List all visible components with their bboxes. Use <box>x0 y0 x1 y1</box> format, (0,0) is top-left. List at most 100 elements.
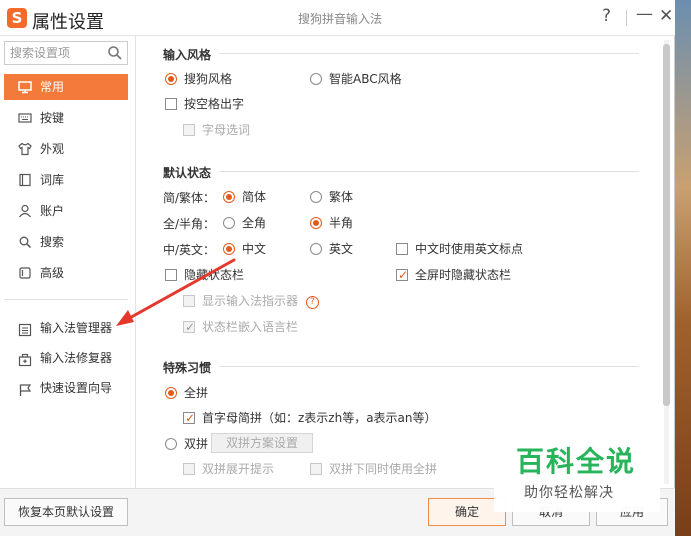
list-icon <box>18 323 32 337</box>
option-label: 中文 <box>242 242 267 256</box>
search-icon[interactable] <box>107 45 123 61</box>
checkbox[interactable] <box>310 463 322 475</box>
tool-ime-repair[interactable]: 输入法修复器 <box>4 347 134 369</box>
help-button[interactable]: ? <box>602 6 611 26</box>
watermark-subtitle: 助你轻松解决 <box>524 485 614 501</box>
checkbox[interactable] <box>396 266 408 284</box>
help-circle-icon[interactable]: ? <box>305 296 319 309</box>
settings-search-input[interactable] <box>5 42 105 64</box>
option-label: 智能ABC风格 <box>329 72 402 86</box>
checkbox[interactable] <box>396 243 408 255</box>
option-label: 全角 <box>242 216 267 230</box>
sidebar-item-account[interactable]: 账户 <box>4 198 128 224</box>
checkbox[interactable] <box>165 98 177 110</box>
book-icon <box>19 173 31 187</box>
section-divider <box>219 53 639 54</box>
radio-circle[interactable] <box>223 217 235 229</box>
option-label: 状态栏嵌入语言栏 <box>202 320 299 334</box>
section-divider <box>219 366 639 367</box>
radio-traditional[interactable]: 繁体 <box>310 188 353 206</box>
section-divider <box>219 171 639 172</box>
checkbox[interactable] <box>183 318 195 336</box>
radio-abc-style[interactable]: 智能ABC风格 <box>310 70 402 88</box>
sidebar-item-advanced[interactable]: 高级 <box>4 260 128 286</box>
option-label: 双拼展开提示 <box>202 462 275 476</box>
radio-full-width[interactable]: 全角 <box>223 214 266 232</box>
check-double-with-full[interactable]: 双拼下同时使用全拼 <box>310 460 437 478</box>
window-title: 属性设置 <box>32 12 104 33</box>
monitor-icon <box>18 81 32 94</box>
checkbox[interactable] <box>183 463 195 475</box>
settings-search-box[interactable] <box>4 41 128 65</box>
tool-label: 输入法管理器 <box>40 321 113 335</box>
sidebar-item-label: 外观 <box>40 142 65 156</box>
radio-english[interactable]: 英文 <box>310 240 353 258</box>
radio-circle[interactable] <box>165 73 177 85</box>
option-label: 字母选词 <box>202 123 251 137</box>
user-icon <box>19 204 31 218</box>
checkbox[interactable] <box>165 269 177 281</box>
sidebar-item-label: 按键 <box>40 111 65 125</box>
radio-circle[interactable] <box>310 217 322 229</box>
watermark-title: 百科全说 <box>516 445 637 478</box>
checkbox[interactable] <box>183 295 195 307</box>
flag-icon <box>19 384 32 396</box>
radio-circle[interactable] <box>310 191 322 203</box>
checkbox[interactable] <box>183 409 195 427</box>
content-scrollbar[interactable] <box>662 40 671 484</box>
sidebar-item-appearance[interactable]: 外观 <box>4 136 128 162</box>
option-label: 按空格出字 <box>184 97 245 111</box>
radio-double-pinyin[interactable]: 双拼 <box>165 435 208 453</box>
sidebar-item-label: 常用 <box>40 80 65 94</box>
check-english-punct[interactable]: 中文时使用英文标点 <box>396 240 523 258</box>
scroll-thumb[interactable] <box>663 44 670 406</box>
check-letter-select[interactable]: 字母选词 <box>183 121 250 139</box>
radio-half-width[interactable]: 半角 <box>310 214 353 232</box>
radio-circle[interactable] <box>223 243 235 255</box>
option-label: 首字母简拼（如：z表示zh等，a表示an等） <box>202 411 437 425</box>
radio-circle[interactable] <box>310 73 322 85</box>
script-row-label: 简/繁体： <box>163 191 216 205</box>
check-hide-status-bar[interactable]: 隐藏状态栏 <box>165 266 244 284</box>
sidebar-item-keys[interactable]: 按键 <box>4 105 128 131</box>
sidebar-item-label: 搜索 <box>40 235 65 249</box>
option-label: 显示输入法指示器 <box>202 294 299 308</box>
tool-label: 快速设置向导 <box>40 381 113 395</box>
option-label: 中文时使用英文标点 <box>415 242 524 256</box>
check-initial-abbrev[interactable]: 首字母简拼（如：z表示zh等，a表示an等） <box>183 409 437 427</box>
option-label: 简体 <box>242 190 267 204</box>
option-label: 英文 <box>329 242 354 256</box>
sidebar-item-label: 高级 <box>40 266 65 280</box>
check-space-output[interactable]: 按空格出字 <box>165 95 244 113</box>
radio-circle[interactable] <box>223 191 235 203</box>
settings-content: 输入风格 搜狗风格 智能ABC风格 按空格出字 字母选词 默认状态 简/繁体： … <box>137 36 659 488</box>
sidebar-divider <box>4 299 128 300</box>
close-button[interactable]: ✕ <box>659 6 673 26</box>
option-label: 搜狗风格 <box>184 72 233 86</box>
radio-circle[interactable] <box>310 243 322 255</box>
check-show-indicator[interactable]: 显示输入法指示器 ? <box>183 292 319 310</box>
radio-simplified[interactable]: 简体 <box>223 188 266 206</box>
sidebar-item-search[interactable]: 搜索 <box>4 229 128 255</box>
check-embed-lang-bar[interactable]: 状态栏嵌入语言栏 <box>183 318 298 336</box>
sidebar-item-common[interactable]: 常用 <box>4 74 128 100</box>
double-scheme-button[interactable]: 双拼方案设置 <box>211 433 314 453</box>
search-icon <box>19 236 32 249</box>
sidebar-item-dictionary[interactable]: 词库 <box>4 167 128 193</box>
check-fullscreen-hide[interactable]: 全屏时隐藏状态栏 <box>396 266 511 284</box>
checkbox[interactable] <box>183 124 195 136</box>
radio-sogou-style[interactable]: 搜狗风格 <box>165 70 232 88</box>
radio-circle[interactable] <box>165 387 177 399</box>
option-label: 隐藏状态栏 <box>184 268 245 282</box>
radio-circle[interactable] <box>165 438 177 450</box>
restore-defaults-button[interactable]: 恢复本页默认设置 <box>4 498 128 526</box>
radio-chinese[interactable]: 中文 <box>223 240 266 258</box>
option-label: 全拼 <box>184 386 209 400</box>
minimize-button[interactable]: — <box>636 4 653 24</box>
tool-ime-manager[interactable]: 输入法管理器 <box>4 317 134 339</box>
check-double-expand-hint[interactable]: 双拼展开提示 <box>183 460 274 478</box>
radio-full-pinyin[interactable]: 全拼 <box>165 384 208 402</box>
keyboard-icon <box>18 113 32 123</box>
section-title-input-style: 输入风格 <box>163 48 212 62</box>
tool-quick-setup-wizard[interactable]: 快速设置向导 <box>4 377 134 399</box>
